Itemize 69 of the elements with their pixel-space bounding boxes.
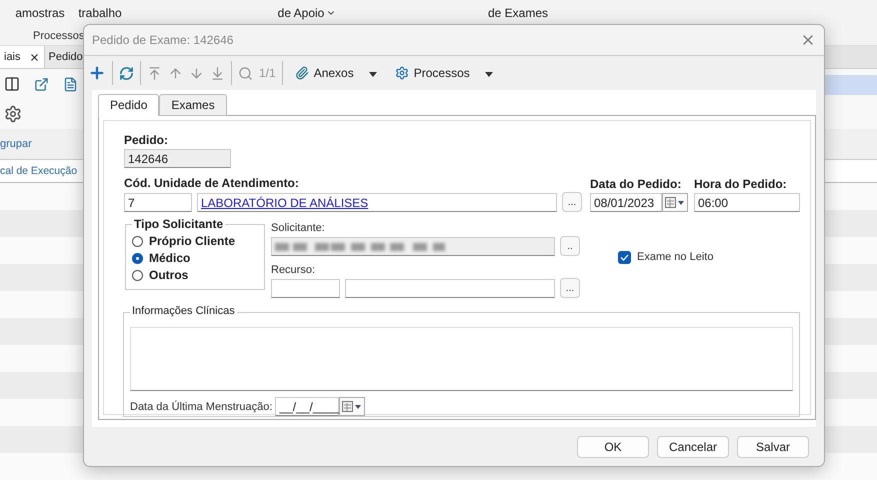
ribbon-button-label[interactable]: trabalho <box>70 6 130 20</box>
checkbox-label: Exame no Leito <box>637 250 714 264</box>
date-field[interactable]: 08/01/2023 <box>590 193 662 212</box>
tab[interactable]: Pedido <box>98 94 160 116</box>
field-label: Data da Última Menstruação: <box>130 400 272 414</box>
caret-icon <box>484 72 493 77</box>
last-record-icon[interactable] <box>210 66 225 80</box>
add-icon[interactable] <box>88 64 106 82</box>
resource-code-field[interactable] <box>271 279 340 298</box>
requester-field[interactable] <box>271 237 555 256</box>
field-label: Solicitante: <box>271 221 326 235</box>
time-field[interactable]: 06:00 <box>694 193 800 212</box>
field-label: Recurso: <box>271 263 316 277</box>
paperclip-icon <box>294 66 309 80</box>
group-title: Tipo Solicitante <box>132 217 226 231</box>
radio-label: Médico <box>149 251 190 265</box>
radio-label: Próprio Cliente <box>149 234 236 248</box>
field-label: Cód. Unidade de Atendimento: <box>124 176 300 191</box>
unit-name-field[interactable]: LABORATÓRIO DE ANÁLISES <box>197 193 557 212</box>
dialog-button[interactable]: Salvar <box>737 436 809 458</box>
first-record-icon[interactable] <box>147 66 162 80</box>
toolbar-menu-button[interactable]: Anexos <box>288 66 383 80</box>
record-counter: 1/1 <box>259 66 276 80</box>
gear-icon <box>394 66 409 80</box>
calendar-icon <box>342 401 362 412</box>
unit-code-field[interactable]: 7 <box>124 193 192 212</box>
close-icon[interactable] <box>28 52 40 62</box>
ribbon-button-label[interactable]: amostras <box>10 6 70 20</box>
export-icon[interactable] <box>34 76 49 92</box>
search-icon[interactable] <box>238 66 253 80</box>
tab[interactable]: Exames <box>159 94 227 116</box>
columns-icon[interactable] <box>4 76 20 92</box>
browse-button[interactable]: ... <box>562 192 582 212</box>
calendar-icon <box>665 197 685 208</box>
radio-label: Outros <box>149 268 188 282</box>
unit-name-link[interactable]: LABORATÓRIO DE ANÁLISES <box>201 196 368 210</box>
checkbox[interactable] <box>618 250 631 264</box>
date-field[interactable]: __/__/____ <box>275 397 340 416</box>
order-number-field[interactable]: 142646 <box>124 149 231 168</box>
refresh-icon[interactable] <box>119 66 134 80</box>
document-tab[interactable]: iais <box>0 46 45 68</box>
window-title: Pedido de Exame: 142646 <box>92 33 234 47</box>
dialog-button[interactable]: OK <box>577 436 649 458</box>
document-icon[interactable] <box>63 76 78 92</box>
toolbar-menu-button[interactable]: Processos <box>388 66 499 80</box>
radio-button[interactable] <box>132 236 143 246</box>
calendar-button[interactable] <box>662 193 688 212</box>
field-label: Data do Pedido: <box>590 177 682 192</box>
selected-row <box>823 75 877 95</box>
ribbon-button-label[interactable]: de Exames <box>438 6 598 20</box>
calendar-button[interactable] <box>339 397 366 416</box>
field-label: Pedido: <box>124 133 169 148</box>
group-title: Informações Clínicas <box>130 305 237 317</box>
radio-button[interactable] <box>132 270 143 280</box>
column-header: cal de Execução <box>0 165 78 177</box>
field-label: Hora do Pedido: <box>694 177 788 192</box>
radio-button[interactable] <box>132 252 143 264</box>
previous-record-icon[interactable] <box>168 66 183 80</box>
group-by-label: grupar <box>0 138 32 150</box>
ribbon-group-label: Processos <box>33 30 84 42</box>
caret-icon <box>368 72 377 77</box>
ribbon-button-label[interactable]: de Apoio <box>232 6 382 20</box>
resource-name-field[interactable] <box>345 279 555 298</box>
checkmark-icon <box>620 254 629 260</box>
next-record-icon[interactable] <box>189 66 204 80</box>
browse-button[interactable]: .. <box>560 236 580 256</box>
settings-icon[interactable] <box>4 105 22 123</box>
browse-button[interactable]: ... <box>560 278 580 298</box>
dialog-button[interactable]: Cancelar <box>657 436 729 458</box>
